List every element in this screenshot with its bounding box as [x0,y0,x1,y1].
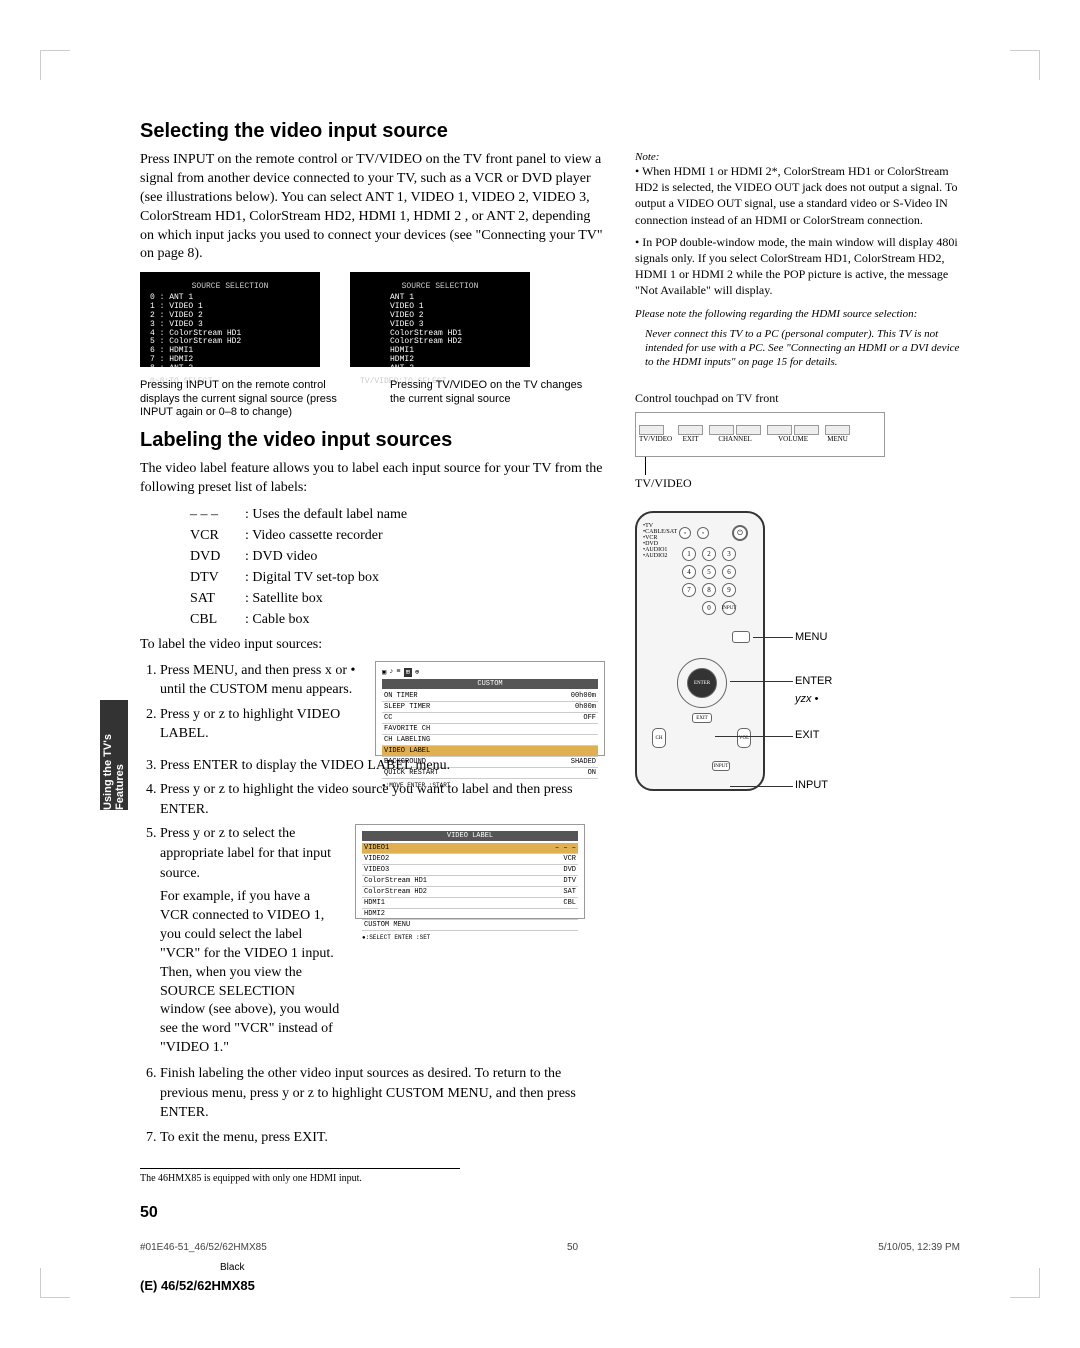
page-number: 50 [140,1204,605,1222]
callout-menu: MENU [795,631,827,643]
custom-menu-screenshot: ▣♪≡⊞⊕ CUSTOM ON TIMER00h00m SLEEP TIMER0… [375,661,605,756]
remote-2: 2 [702,547,716,561]
callout-input: INPUT [795,779,828,791]
osd-source-selection-tv: SOURCE SELECTION ANT 1 VIDEO 1 VIDEO 2 V… [350,272,530,367]
example-text: For example, if you have a VCR connected… [160,888,340,1058]
note-1: • When HDMI 1 or HDMI 2*, ColorStream HD… [635,163,960,228]
product-code: (E) 46/52/62HMX85 [140,1278,255,1293]
remote-5: 5 [702,565,716,579]
hdmi-warning-body: Never connect this TV to a PC (personal … [645,327,960,370]
callout-arrows: yzx • [795,693,818,705]
remote-0: 0 [702,601,716,615]
control-touchpad-diagram: TV/VIDEO EXIT CHANNEL VOLUME MENU [635,412,885,457]
side-tab: Using the TV's Features [100,700,128,810]
osd-source-selection-remote: SOURCE SELECTION 0 : ANT 1 1 : VIDEO 1 2… [140,272,320,367]
heading-selecting: Selecting the video input source [140,120,960,143]
steps-list-part4: Finish labeling the other video input so… [160,1064,605,1147]
label-list: – – –: Uses the default label name VCR: … [190,504,605,630]
crop-mark [40,1268,70,1298]
remote-menu [732,631,750,643]
footer-meta: #01E46-51_46/52/62HMX85 50 5/10/05, 12:3… [140,1242,960,1253]
crop-mark [1010,50,1040,80]
pre-steps: To label the video input sources: [140,636,605,655]
remote-7: 7 [682,583,696,597]
remote-9: 9 [722,583,736,597]
callout-enter: ENTER [795,675,832,687]
hdmi-warning-head: Please note the following regarding the … [635,307,960,321]
footer-color: Black [220,1262,244,1273]
remote-8: 8 [702,583,716,597]
note-2: • In POP double-window mode, the main wi… [635,234,960,299]
footnote: The 46HMX85 is equipped with only one HD… [140,1168,460,1184]
heading-labeling: Labeling the video input sources [140,429,605,452]
crop-mark [40,50,70,80]
remote-3: 3 [722,547,736,561]
remote-4: 4 [682,565,696,579]
control-panel-label: Control touchpad on TV front [635,390,960,406]
note-label: Note: [635,151,960,163]
callout-exit: EXIT [795,729,819,741]
labeling-intro: The video label feature allows you to la… [140,460,605,498]
remote-6: 6 [722,565,736,579]
remote-input: INPUT [722,601,736,615]
caption-tv: Pressing TV/VIDEO on the TV changes the … [390,379,590,419]
steps-list-part3: Press y or z to select the appropriate l… [160,824,340,883]
remote-input-bottom: INPUT [712,761,730,771]
steps-list-part1: Press MENU, and then press x or • until … [160,661,360,749]
intro-paragraph: Press INPUT on the remote control or TV/… [140,151,605,264]
remote-diagram: •TV•CABLE/SAT•VCR•DVD•AUDIO1•AUDIO2 ◦ ◦ … [635,511,765,791]
video-label-menu-screenshot: VIDEO LABEL VIDEO1– – – VIDEO2VCR VIDEO3… [355,824,585,919]
tvvideo-label: TV/VIDEO [635,475,960,491]
caption-remote: Pressing INPUT on the remote control dis… [140,379,360,419]
crop-mark [1010,1268,1040,1298]
remote-exit: EXIT [692,713,712,723]
remote-1: 1 [682,547,696,561]
